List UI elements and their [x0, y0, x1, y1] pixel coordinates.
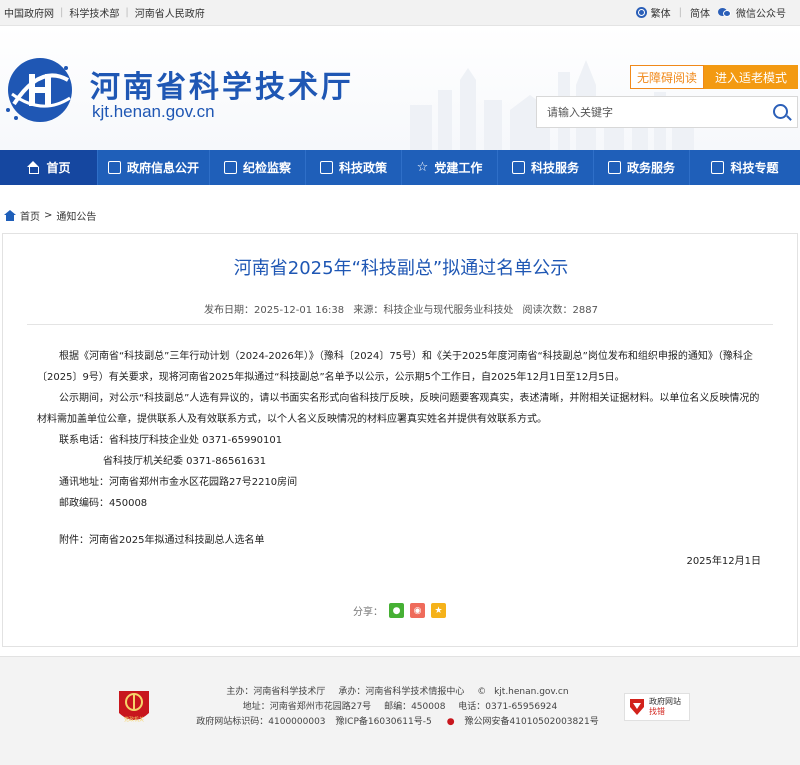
footer-email[interactable]: © kjt.henan.gov.cn — [477, 687, 573, 697]
home-icon — [26, 161, 40, 174]
site-domain: kjt.henan.gov.cn — [92, 102, 215, 121]
wechat-link[interactable]: 微信公众号 — [718, 5, 786, 20]
search-box: 请输入关键字 — [536, 96, 798, 128]
breadcrumb-separator: > — [44, 210, 53, 221]
footer-phone: 电话：0371-65956924 — [458, 702, 558, 712]
nav-label: 科技专题 — [730, 161, 779, 175]
breadcrumb: 首页 > 通知公告 — [4, 208, 96, 223]
contact-phone-2: 省科技厅机关纪委 0371-86561631 — [103, 456, 267, 467]
nav-policy[interactable]: 科技政策 — [306, 150, 402, 185]
site-title: 河南省科学技术厅 — [90, 70, 354, 105]
footer-host: 主办：河南省科学技术厅 — [226, 687, 326, 697]
article-date: 2025年12月1日 — [686, 556, 761, 567]
police-icon: ● — [446, 717, 455, 727]
inspection-icon — [223, 161, 237, 174]
footer-site-code: 政府网站标识码：4100000003 — [196, 717, 326, 727]
link-most[interactable]: 科学技术部 — [69, 5, 119, 20]
nav-topics[interactable]: 科技专题 — [690, 150, 800, 185]
site-logo[interactable] — [2, 54, 78, 126]
contact-phone: 联系电话：省科技厅科技企业处 0371-65990101 — [59, 435, 283, 446]
nav-gov-info[interactable]: 政府信息公开 — [98, 150, 210, 185]
breadcrumb-home[interactable]: 首页 — [20, 208, 40, 223]
attachment-link[interactable]: 附件：河南省2025年拟通过科技副总人选名单 — [37, 530, 765, 551]
home-icon — [4, 210, 16, 221]
globe-icon — [635, 7, 647, 18]
publish-date: 发布日期：2025-12-01 16:38 — [204, 305, 345, 316]
footer-icp[interactable]: 豫ICP备16030611号-5 — [336, 717, 432, 727]
footer-police-text: 豫公网安备41010502003821号 — [464, 717, 599, 727]
accessible-reading-button[interactable]: 无障碍阅读 — [630, 65, 704, 89]
link-gov-cn[interactable]: 中国政府网 — [4, 5, 54, 20]
site-footer: 党政机关 主办：河南省科学技术厅 承办：河南省科学技术情报中心 © kjt.he… — [0, 656, 800, 765]
separator: | — [678, 7, 682, 18]
paragraph: 公示期间，对公示“科技副总”人选有异议的，请以书面实名形式向省科技厅反映，反映问… — [37, 393, 760, 425]
postcode: 邮政编码：450008 — [59, 498, 148, 509]
briefcase-icon — [607, 161, 621, 174]
top-bar: 中国政府网 | 科学技术部 | 河南省人民政府 繁体 | 简体 微信公众号 — [0, 0, 800, 26]
document-icon — [107, 161, 121, 174]
share-label: 分享： — [353, 607, 383, 618]
traditional-label: 繁体 — [650, 9, 671, 20]
article-panel: 河南省2025年“科技副总”拟通过名单公示 发布日期：2025-12-01 16… — [2, 233, 798, 647]
nav-label: 首页 — [46, 161, 71, 175]
service-icon — [511, 161, 525, 174]
topic-icon — [711, 161, 725, 174]
wechat-icon — [718, 7, 732, 18]
share-bar: 分享： ● ◉ ★ — [353, 603, 446, 618]
link-henan-gov[interactable]: 河南省人民政府 — [135, 5, 205, 20]
nav-gov-service[interactable]: 政务服务 — [594, 150, 690, 185]
divider — [27, 324, 773, 325]
nav-label: 党建工作 — [434, 161, 483, 175]
article-meta: 发布日期：2025-12-01 16:38 来源：科技企业与现代服务业科技处 阅… — [3, 301, 799, 316]
weibo-share-icon[interactable]: ◉ — [410, 603, 425, 618]
nav-home[interactable]: 首页 — [0, 150, 98, 185]
nav-discipline[interactable]: 纪检监察 — [210, 150, 306, 185]
policy-icon — [319, 161, 333, 174]
nav-label: 科技政策 — [338, 161, 387, 175]
search-input[interactable]: 请输入关键字 — [537, 104, 765, 120]
nav-tech-service[interactable]: 科技服务 — [498, 150, 594, 185]
mailing-address: 通讯地址：河南省郑州市金水区花园路27号2210房间 — [59, 477, 298, 488]
simplified-toggle[interactable]: 简体 — [690, 5, 710, 20]
star-icon: ☆ — [416, 160, 429, 175]
paragraph: 根据《河南省“科技副总”三年行动计划（2024-2026年）》（豫科〔2024〕… — [37, 351, 753, 383]
article-source: 来源：科技企业与现代服务业科技处 — [353, 305, 514, 316]
wechat-label: 微信公众号 — [736, 9, 786, 20]
search-icon[interactable] — [765, 96, 797, 128]
gov-badge-icon — [630, 699, 644, 715]
article-title: 河南省2025年“科技副总”拟通过名单公示 — [233, 258, 569, 279]
nav-label: 政务服务 — [626, 161, 675, 175]
gov-error-badge[interactable]: 政府网站 找错 — [624, 693, 690, 721]
site-header: 河南省科学技术厅 kjt.henan.gov.cn 无障碍阅读 进入适老模式 请… — [0, 26, 800, 150]
top-right: 繁体 | 简体 微信公众号 — [635, 5, 786, 20]
footer-undertaker: 承办：河南省科学技术情报中心 — [338, 687, 465, 697]
breadcrumb-current[interactable]: 通知公告 — [56, 208, 96, 223]
gov-badge-line2: 找错 — [649, 707, 665, 716]
wechat-share-icon[interactable]: ● — [389, 603, 404, 618]
nav-label: 纪检监察 — [242, 161, 291, 175]
footer-email-text: kjt.henan.gov.cn — [494, 687, 569, 697]
elder-mode-button[interactable]: 进入适老模式 — [704, 65, 798, 89]
nav-label: 科技服务 — [530, 161, 579, 175]
article-body: 根据《河南省“科技副总”三年行动计划（2024-2026年）》（豫科〔2024〕… — [37, 346, 765, 551]
qzone-share-icon[interactable]: ★ — [431, 603, 446, 618]
main-nav: 首页 政府信息公开 纪检监察 科技政策 ☆ 党建工作 科技服务 政务服务 科技专… — [0, 150, 800, 185]
footer-postcode: 邮编：450008 — [384, 702, 446, 712]
separator: | — [125, 7, 129, 18]
gov-badge-line1: 政府网站 — [649, 697, 681, 706]
top-links: 中国政府网 | 科学技术部 | 河南省人民政府 — [4, 5, 205, 20]
gov-badge-text: 政府网站 找错 — [649, 697, 681, 717]
footer-address: 地址：河南省郑州市花园路27号 — [242, 702, 372, 712]
traditional-toggle[interactable]: 繁体 — [635, 5, 671, 20]
separator: | — [60, 7, 64, 18]
nav-party[interactable]: ☆ 党建工作 — [402, 150, 498, 185]
nav-label: 政府信息公开 — [126, 161, 199, 175]
footer-police[interactable]: ● 豫公网安备41010502003821号 — [442, 717, 604, 727]
view-count: 阅读次数：2887 — [522, 305, 598, 316]
